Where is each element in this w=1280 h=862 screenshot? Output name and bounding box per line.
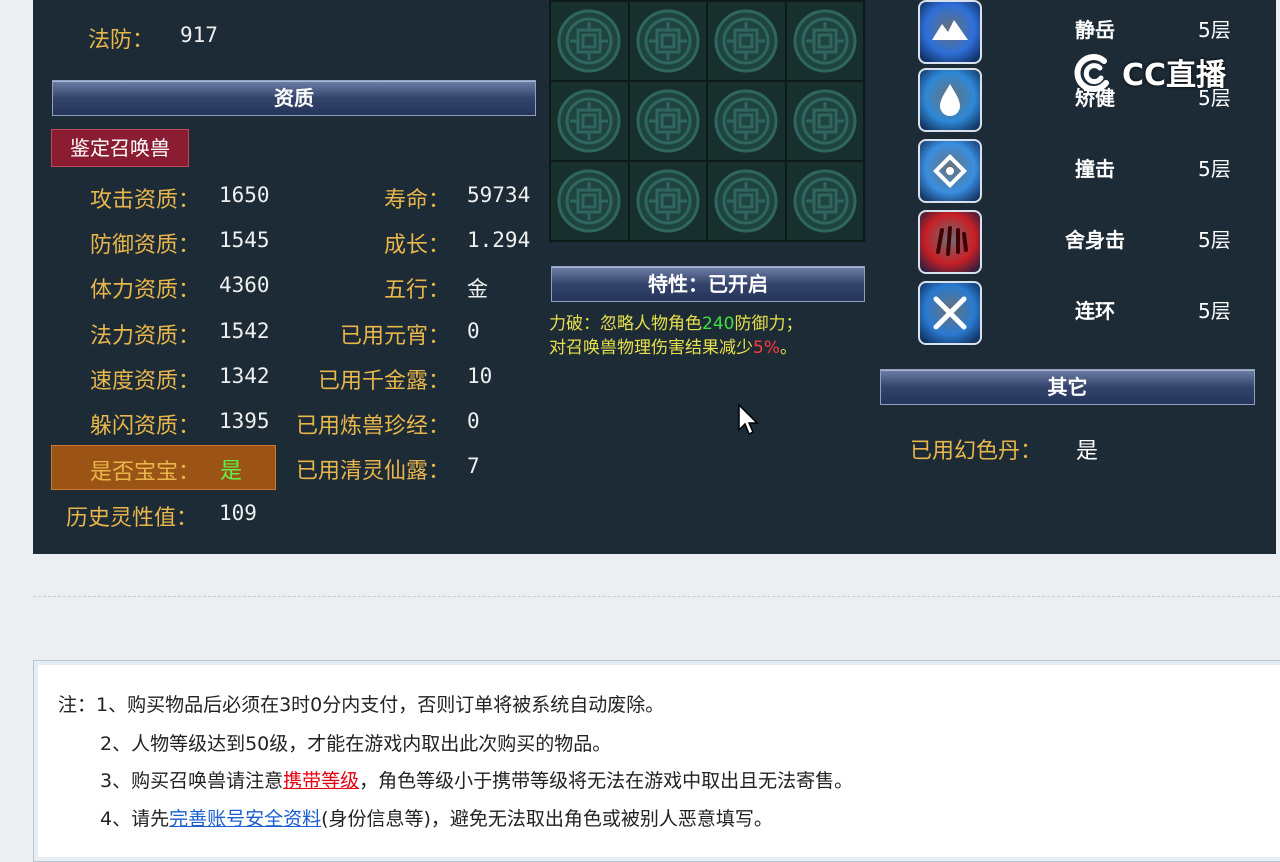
skill-name: 连环 <box>1075 299 1115 323</box>
baby-label: 是否宝宝： <box>90 460 201 485</box>
aptitude-stat-value: 4360 <box>219 273 270 297</box>
aptitude-stat-label: 体力资质： <box>89 278 200 303</box>
note-4: 4、请先完善账号安全资料(身份信息等)，避免无法取出角色或被别人恶意填写。 <box>100 804 773 831</box>
watermark-logo: CC直播 <box>1070 50 1226 94</box>
aptitude-stat-label: 法力资质： <box>89 324 200 349</box>
account-security-link[interactable]: 完善账号安全资料 <box>169 808 321 830</box>
carry-level-link[interactable]: 携带等级 <box>283 770 359 792</box>
watermark-text: CC直播 <box>1122 58 1227 93</box>
empty-slot-ornament-icon <box>557 169 621 233</box>
aptitude-extra-value: 1.294 <box>467 228 531 252</box>
empty-slot-ornament-icon <box>557 89 621 153</box>
empty-slot-ornament-icon <box>636 169 700 233</box>
aptitude-extra-label: 已用元宵： <box>339 324 450 349</box>
aptitude-extra-value: 金 <box>467 277 488 301</box>
empty-slot-ornament-icon <box>714 89 778 153</box>
aptitude-stat-label: 防御资质： <box>89 233 200 258</box>
baby-value: 是 <box>220 459 243 484</box>
pet-equipment-grid <box>549 0 865 242</box>
equipment-slot[interactable] <box>708 2 785 80</box>
note-4-text-b: (身份信息等)，避免无法取出角色或被别人恶意填写。 <box>321 808 773 830</box>
empty-slot-ornament-icon <box>636 89 700 153</box>
empty-slot-ornament-icon <box>793 169 857 233</box>
empty-slot-ornament-icon <box>793 9 857 73</box>
impact-skill-icon[interactable] <box>918 139 982 203</box>
aptitude-header: 资质 <box>52 80 536 116</box>
trait-description: 力破：忽略人物角色240防御力； 对召唤兽物理伤害结果减少5%。 <box>549 312 802 360</box>
equipment-slot[interactable] <box>629 162 706 240</box>
empty-slot-ornament-icon <box>714 9 778 73</box>
aptitude-extra-label: 寿命： <box>383 188 450 213</box>
note-3: 3、购买召唤兽请注意携带等级，角色等级小于携带等级将无法在游戏中取出且无法寄售。 <box>100 766 853 793</box>
aptitude-stat-value: 1395 <box>219 409 270 433</box>
equipment-slot[interactable] <box>786 82 863 160</box>
equipment-slot[interactable] <box>629 2 706 80</box>
equipment-slot[interactable] <box>551 2 628 80</box>
history-spirit-label: 历史灵性值： <box>66 506 199 531</box>
note-3-text-a: 3、购买召唤兽请注意 <box>100 770 284 792</box>
equipment-slot[interactable] <box>786 162 863 240</box>
trait-line1-b: 防御力； <box>734 314 803 334</box>
water-skill-icon[interactable] <box>918 68 982 132</box>
skill-level: 5层 <box>1198 228 1231 252</box>
skill-level: 5层 <box>1198 157 1231 181</box>
aptitude-extra-value: 10 <box>467 364 493 388</box>
aptitude-extra-value: 59734 <box>467 183 531 207</box>
aptitude-stat-label: 速度资质： <box>89 369 200 394</box>
cc-logo-icon <box>1074 54 1109 93</box>
trait-line2-b: 。 <box>779 338 797 358</box>
other-header: 其它 <box>880 369 1255 405</box>
aptitude-extra-value: 7 <box>467 454 480 478</box>
aptitude-extra-label: 五行： <box>383 278 450 303</box>
empty-slot-ornament-icon <box>636 9 700 73</box>
fafang-label: 法防： <box>88 28 155 53</box>
skill-level: 5层 <box>1198 299 1231 323</box>
note-3-text-b: ，角色等级小于携带等级将无法在游戏中取出且无法寄售。 <box>359 770 854 792</box>
claw-skill-icon[interactable] <box>918 210 982 274</box>
trait-line2-num: 5% <box>753 338 780 358</box>
history-spirit-value: 109 <box>219 501 257 525</box>
aptitude-stat-value: 1542 <box>219 319 270 343</box>
note-4-text-a: 4、请先 <box>100 808 170 830</box>
aptitude-extra-value: 0 <box>467 319 480 343</box>
empty-slot-ornament-icon <box>557 9 621 73</box>
used-color-pill-value: 是 <box>1076 439 1099 464</box>
note-2: 2、人物等级达到50级，才能在游戏内取出此次购买的物品。 <box>100 733 612 755</box>
aptitude-extra-value: 0 <box>467 409 480 433</box>
aptitude-extra-label: 已用炼兽珍经： <box>295 414 450 439</box>
identify-pet-button[interactable]: 鉴定召唤兽 <box>51 129 189 167</box>
swords-skill-icon[interactable] <box>918 281 982 345</box>
aptitude-stat-value: 1650 <box>219 183 270 207</box>
aptitude-stat-value: 1545 <box>219 228 270 252</box>
aptitude-extra-label: 成长： <box>383 233 450 258</box>
used-color-pill-label: 已用幻色丹： <box>910 439 1043 464</box>
skill-level: 5层 <box>1198 18 1231 42</box>
skill-name: 静岳 <box>1075 18 1115 42</box>
skill-name: 撞击 <box>1075 157 1115 181</box>
aptitude-extra-label: 已用清灵仙露： <box>295 459 450 484</box>
equipment-slot[interactable] <box>551 162 628 240</box>
aptitude-stat-label: 攻击资质： <box>89 188 200 213</box>
trait-line2-a: 对召唤兽物理伤害结果减少 <box>549 338 753 358</box>
divider <box>33 596 1280 597</box>
skill-name: 舍身击 <box>1065 228 1125 252</box>
equipment-slot[interactable] <box>786 2 863 80</box>
aptitude-stat-label: 躲闪资质： <box>89 414 200 439</box>
equipment-slot[interactable] <box>551 82 628 160</box>
note-1: 注：1、购买物品后必须在3时0分内支付，否则订单将被系统自动废除。 <box>58 694 665 716</box>
trait-header: 特性：已开启 <box>551 266 865 302</box>
trait-line1-num: 240 <box>702 314 735 334</box>
mountain-skill-icon[interactable] <box>918 0 982 64</box>
aptitude-extra-label: 已用千金露： <box>317 369 450 394</box>
trait-line1-a: 力破：忽略人物角色 <box>549 314 702 334</box>
equipment-slot[interactable] <box>708 162 785 240</box>
equipment-slot[interactable] <box>708 82 785 160</box>
empty-slot-ornament-icon <box>793 89 857 153</box>
aptitude-stat-value: 1342 <box>219 364 270 388</box>
empty-slot-ornament-icon <box>714 169 778 233</box>
fafang-value: 917 <box>180 23 218 47</box>
mouse-cursor-icon <box>738 404 759 436</box>
equipment-slot[interactable] <box>629 82 706 160</box>
